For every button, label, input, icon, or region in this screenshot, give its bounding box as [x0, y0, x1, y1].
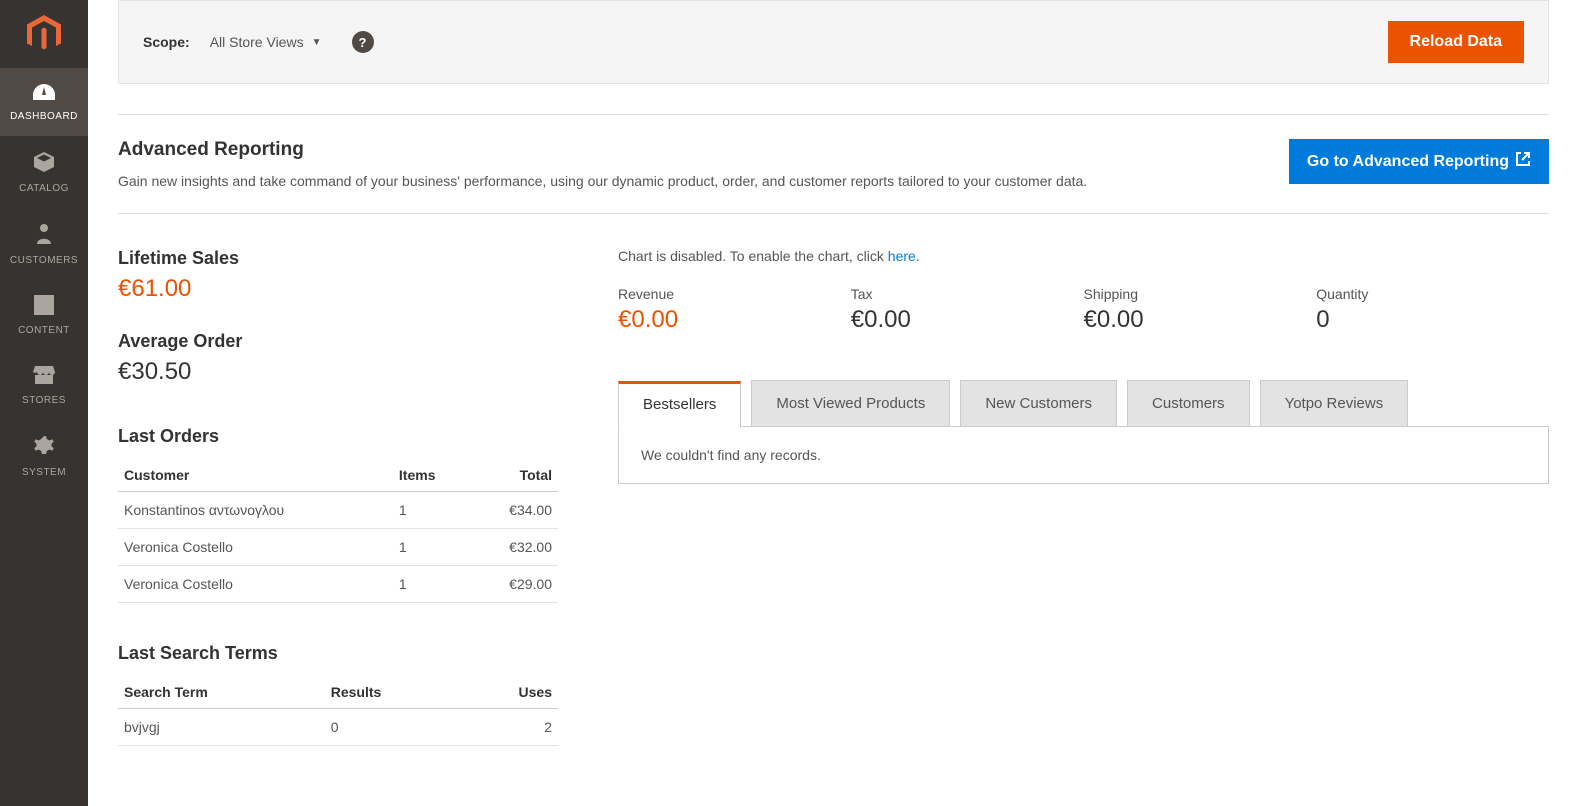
lifetime-sales-value: €61.00 — [118, 275, 558, 303]
order-total: €29.00 — [470, 566, 558, 603]
order-total: €32.00 — [470, 529, 558, 566]
metrics-row: Revenue €0.00 Tax €0.00 Shipping €0.00 Q… — [618, 286, 1549, 334]
order-customer: Konstantinos αντωνογλου — [118, 492, 393, 529]
order-items: 1 — [393, 566, 471, 603]
no-records-message: We couldn't find any records. — [641, 447, 1526, 463]
advanced-reporting-description: Gain new insights and take command of yo… — [118, 173, 1269, 189]
sidebar-item-label: STORES — [22, 395, 66, 406]
sidebar-item-content[interactable]: CONTENT — [0, 280, 88, 350]
average-order-value: €30.50 — [118, 358, 558, 386]
tab-mostviewed[interactable]: Most Viewed Products — [751, 380, 950, 427]
order-items: 1 — [393, 529, 471, 566]
scope-selected-text: All Store Views — [210, 34, 304, 50]
last-orders-section: Last Orders Customer Items Total Konstan… — [118, 426, 558, 603]
sidebar-item-stores[interactable]: STORES — [0, 350, 88, 420]
table-row[interactable]: Konstantinos αντωνογλου1€34.00 — [118, 492, 558, 529]
advanced-reporting-title: Advanced Reporting — [118, 139, 1269, 161]
order-items: 1 — [393, 492, 471, 529]
help-icon[interactable]: ? — [352, 31, 374, 53]
metric-revenue-value: €0.00 — [618, 306, 851, 334]
last-orders-table: Customer Items Total Konstantinos αντωνο… — [118, 459, 558, 603]
last-orders-header-total: Total — [470, 459, 558, 492]
main-content: Scope: All Store Views ▼ ? Reload Data A… — [88, 0, 1579, 806]
dashboard-icon — [31, 82, 57, 105]
metric-tax: Tax €0.00 — [851, 286, 1084, 334]
tab-bestsellers[interactable]: Bestsellers — [618, 381, 741, 428]
content-icon — [33, 294, 55, 319]
scope-selector[interactable]: All Store Views ▼ — [210, 34, 322, 50]
table-row[interactable]: Veronica Costello1€32.00 — [118, 529, 558, 566]
magento-logo[interactable] — [0, 0, 88, 68]
metric-shipping-value: €0.00 — [1084, 306, 1317, 334]
metric-revenue-label: Revenue — [618, 286, 851, 302]
chart-disabled-suffix: . — [916, 248, 920, 264]
sidebar-item-label: CONTENT — [18, 325, 70, 336]
metric-shipping-label: Shipping — [1084, 286, 1317, 302]
lifetime-sales-label: Lifetime Sales — [118, 248, 558, 269]
last-search-terms-title: Last Search Terms — [118, 643, 558, 664]
scope-label: Scope: — [143, 34, 190, 50]
reload-data-button[interactable]: Reload Data — [1388, 21, 1524, 63]
dashboard-tabs: BestsellersMost Viewed ProductsNew Custo… — [618, 380, 1549, 427]
metric-quantity-value: 0 — [1316, 306, 1549, 334]
order-customer: Veronica Costello — [118, 529, 393, 566]
table-row[interactable]: bvjvgj02 — [118, 709, 558, 746]
search-term: bvjvgj — [118, 709, 325, 746]
stores-icon — [31, 364, 57, 389]
average-order-label: Average Order — [118, 331, 558, 352]
tab-yotpo[interactable]: Yotpo Reviews — [1260, 380, 1409, 427]
last-search-terms-section: Last Search Terms Search Term Results Us… — [118, 643, 558, 746]
metric-shipping: Shipping €0.00 — [1084, 286, 1317, 334]
last-orders-header-items: Items — [393, 459, 471, 492]
last-search-terms-table: Search Term Results Uses bvjvgj02 — [118, 676, 558, 746]
sidebar-item-system[interactable]: SYSTEM — [0, 420, 88, 492]
tab-customers[interactable]: Customers — [1127, 380, 1250, 427]
search-header-uses: Uses — [460, 676, 558, 709]
chevron-down-icon: ▼ — [312, 37, 322, 48]
external-link-icon — [1515, 151, 1531, 172]
tab-content-bestsellers: We couldn't find any records. — [618, 426, 1549, 484]
catalog-icon — [32, 150, 56, 177]
admin-sidebar: DASHBOARD CATALOG CUSTOMERS CONTENT STORES SY… — [0, 0, 88, 806]
average-order-block: Average Order €30.50 — [118, 331, 558, 386]
chart-enable-link[interactable]: here — [888, 248, 916, 264]
search-header-term: Search Term — [118, 676, 325, 709]
sidebar-item-dashboard[interactable]: DASHBOARD — [0, 68, 88, 136]
sidebar-item-label: CATALOG — [19, 183, 69, 194]
sidebar-item-label: SYSTEM — [22, 467, 66, 478]
search-header-results: Results — [325, 676, 460, 709]
scope-bar: Scope: All Store Views ▼ ? Reload Data — [118, 0, 1549, 84]
metric-quantity: Quantity 0 — [1316, 286, 1549, 334]
lifetime-sales-block: Lifetime Sales €61.00 — [118, 248, 558, 303]
sidebar-item-catalog[interactable]: CATALOG — [0, 136, 88, 208]
last-orders-title: Last Orders — [118, 426, 558, 447]
chart-disabled-prefix: Chart is disabled. To enable the chart, … — [618, 248, 888, 264]
advanced-reporting-button-label: Go to Advanced Reporting — [1307, 153, 1509, 171]
system-icon — [32, 434, 56, 461]
go-to-advanced-reporting-button[interactable]: Go to Advanced Reporting — [1289, 139, 1549, 184]
metric-quantity-label: Quantity — [1316, 286, 1549, 302]
chart-disabled-message: Chart is disabled. To enable the chart, … — [618, 248, 1549, 264]
table-row[interactable]: Veronica Costello1€29.00 — [118, 566, 558, 603]
metric-revenue: Revenue €0.00 — [618, 286, 851, 334]
sidebar-item-label: DASHBOARD — [10, 111, 78, 122]
customers-icon — [34, 222, 54, 249]
last-orders-header-customer: Customer — [118, 459, 393, 492]
magento-logo-icon — [27, 15, 61, 53]
order-total: €34.00 — [470, 492, 558, 529]
sidebar-item-label: CUSTOMERS — [10, 255, 78, 266]
order-customer: Veronica Costello — [118, 566, 393, 603]
search-uses: 2 — [460, 709, 558, 746]
search-results: 0 — [325, 709, 460, 746]
metric-tax-value: €0.00 — [851, 306, 1084, 334]
advanced-reporting-section: Advanced Reporting Gain new insights and… — [118, 114, 1549, 214]
metric-tax-label: Tax — [851, 286, 1084, 302]
tab-newcust[interactable]: New Customers — [960, 380, 1117, 427]
sidebar-item-customers[interactable]: CUSTOMERS — [0, 208, 88, 280]
